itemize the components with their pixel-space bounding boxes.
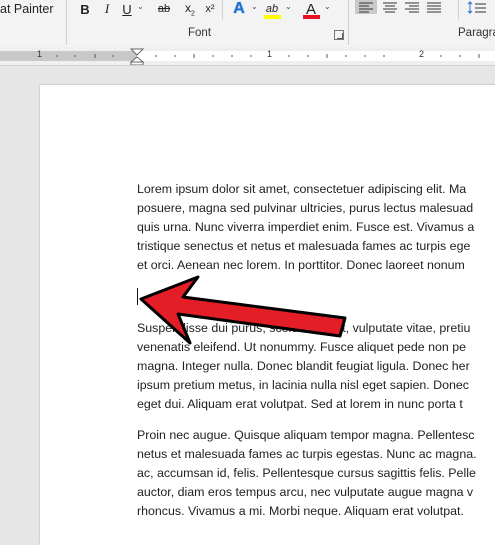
arrow-icon xyxy=(139,275,347,345)
red-arrow-annotation xyxy=(139,275,347,345)
